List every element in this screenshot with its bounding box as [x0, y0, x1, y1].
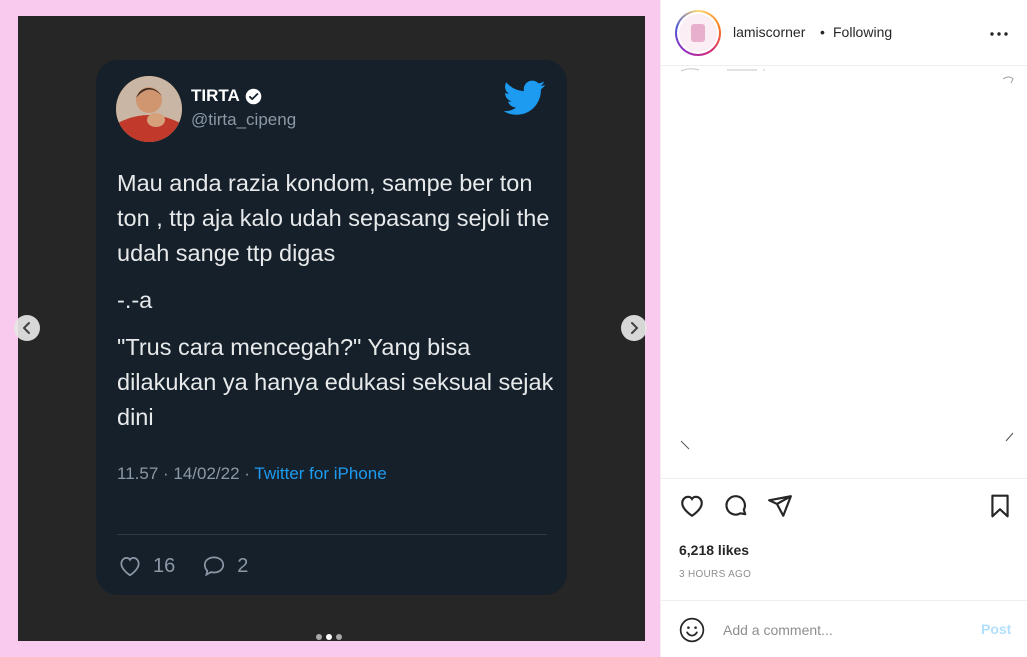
- carousel-prev-button[interactable]: [14, 315, 40, 341]
- tweet-like-count: 16: [153, 554, 176, 577]
- tweet-card: TIRTA @tirta_cipeng Mau anda razia kondo…: [96, 60, 567, 595]
- post-media: TIRTA @tirta_cipeng Mau anda razia kondo…: [0, 0, 660, 657]
- tweet-divider: [117, 534, 547, 535]
- author-username[interactable]: lamiscorner: [733, 24, 805, 40]
- scroll-fragment-right: [1002, 76, 1014, 84]
- more-options-icon[interactable]: [987, 22, 1011, 46]
- scroll-fragment-bottom-left: [680, 440, 690, 450]
- comment-input[interactable]: [723, 619, 963, 641]
- carousel-next-button[interactable]: [621, 315, 647, 341]
- tweet-timestamp: 11.57 · 14/02/22 ·: [117, 464, 255, 483]
- tweet-like: 16: [117, 553, 175, 579]
- post-actions: 6,218 likes 3 HOURS AGO: [661, 478, 1027, 600]
- speech-bubble-icon: [204, 556, 225, 577]
- post-header: lamiscorner • Following: [661, 0, 1027, 66]
- scroll-fragment-top: [680, 68, 765, 72]
- bookmark-icon[interactable]: [987, 493, 1013, 519]
- tweet-text: Mau anda razia kondom, sampe ber ton ton…: [117, 166, 557, 447]
- twitter-bird-icon: [504, 80, 546, 115]
- like-heart-icon[interactable]: [679, 493, 705, 519]
- tweet-meta: 11.57 · 14/02/22 · Twitter for iPhone: [117, 464, 387, 484]
- carousel-dot: [316, 634, 322, 640]
- header-separator: •: [820, 24, 825, 40]
- carousel-indicator: [316, 634, 342, 640]
- tweet-handle: @tirta_cipeng: [191, 110, 297, 129]
- verified-badge-icon: [245, 88, 262, 104]
- following-button[interactable]: Following: [833, 24, 892, 40]
- tweet-source: Twitter for iPhone: [254, 464, 387, 483]
- carousel-dot-active: [326, 634, 332, 640]
- post-time[interactable]: 3 HOURS AGO: [679, 569, 751, 580]
- author-avatar[interactable]: [675, 10, 721, 56]
- comments-area[interactable]: [661, 67, 1027, 478]
- tweet-reply: 2: [201, 553, 248, 579]
- tweet-paragraph: -.-a: [117, 287, 153, 313]
- comment-bar: Post: [661, 600, 1027, 657]
- media-frame: TIRTA @tirta_cipeng Mau anda razia kondo…: [18, 16, 645, 641]
- tweet-reply-count: 2: [237, 554, 249, 577]
- carousel-dot: [336, 634, 342, 640]
- heart-icon: [120, 557, 140, 577]
- post-sidebar: lamiscorner • Following 6,218 likes 3 HO…: [660, 0, 1027, 657]
- scroll-fragment-bottom-right: [1005, 432, 1014, 442]
- emoji-icon[interactable]: [679, 617, 705, 643]
- likes-count[interactable]: 6,218 likes: [679, 542, 749, 558]
- tweet-paragraph: "Trus cara mencegah?" Yang bisa dilakuka…: [117, 334, 554, 430]
- chevron-right-icon: [631, 322, 638, 334]
- share-icon[interactable]: [767, 493, 793, 519]
- tweet-author-name: TIRTA: [191, 86, 262, 106]
- tweet-paragraph: Mau anda razia kondom, sampe ber ton ton…: [117, 170, 550, 266]
- tweet-actions: 16 2: [117, 553, 274, 579]
- comment-icon[interactable]: [723, 493, 749, 519]
- chevron-left-icon: [23, 322, 30, 334]
- tweet-avatar: [116, 76, 182, 142]
- post-comment-button[interactable]: Post: [981, 621, 1011, 637]
